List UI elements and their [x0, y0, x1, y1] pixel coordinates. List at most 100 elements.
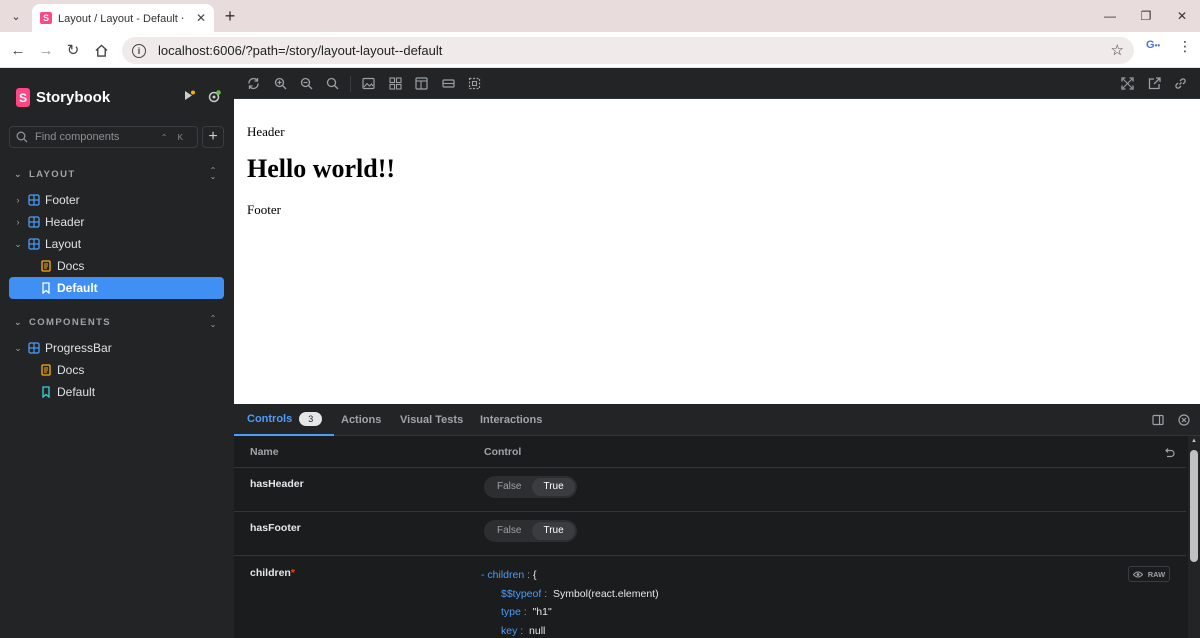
document-icon: [41, 364, 51, 376]
tree-item-label: Default: [57, 385, 96, 399]
add-component-button[interactable]: +: [202, 126, 224, 148]
tree-item-layout-docs[interactable]: Docs: [9, 255, 224, 277]
reset-controls-icon[interactable]: [1163, 447, 1175, 459]
rendered-heading: Hello world!!: [247, 154, 396, 183]
document-icon: [41, 260, 51, 272]
toggle-false-option[interactable]: False: [486, 478, 532, 496]
viewport-icon[interactable]: [415, 77, 428, 90]
hasheader-toggle[interactable]: False True: [484, 476, 577, 498]
tab-actions[interactable]: Actions: [341, 404, 381, 436]
close-window-icon[interactable]: ✕: [1170, 6, 1194, 26]
rendered-header: Header: [247, 124, 285, 139]
zoom-out-icon[interactable]: [300, 77, 313, 90]
tree-item-progressbar[interactable]: ⌄ ProgressBar: [9, 337, 224, 359]
url-text: localhost:6006/?path=/story/layout-layou…: [158, 43, 443, 58]
panel-scrollbar[interactable]: ▲: [1188, 436, 1200, 638]
browser-menu-icon[interactable]: ⋮: [1178, 38, 1192, 58]
control-row-children: children* - children : { $$typeof : Symb…: [234, 556, 1186, 638]
section-header-layout[interactable]: ⌄ LAYOUT: [14, 167, 76, 181]
addons-panel: Controls 3 Actions Visual Tests Interact…: [234, 404, 1200, 638]
tree-item-label: Default: [57, 281, 98, 295]
raw-toggle-button[interactable]: RAW: [1128, 566, 1170, 582]
tree-item-label: Layout: [45, 237, 82, 251]
object-entry: key : null: [501, 624, 546, 637]
tree-item-label: Docs: [57, 363, 85, 377]
close-tab-icon[interactable]: ✕: [194, 11, 208, 25]
onboarding-flag-icon[interactable]: [183, 90, 195, 102]
search-placeholder: Find components: [35, 131, 120, 143]
search-icon: [16, 131, 28, 143]
browser-tab[interactable]: S Layout / Layout - Default ⋅ Storybook …: [32, 4, 214, 32]
copy-link-icon[interactable]: [1174, 77, 1187, 90]
tab-interactions[interactable]: Interactions: [480, 404, 542, 436]
object-root-key: children: [487, 569, 525, 581]
forward-icon[interactable]: →: [34, 38, 58, 62]
browser-tabstrip: ⌄ S Layout / Layout - Default ⋅ Storyboo…: [0, 0, 1200, 32]
search-input[interactable]: Find components ⌃ K: [9, 126, 198, 148]
control-name: hasFooter: [250, 522, 301, 534]
control-name: hasHeader: [250, 478, 304, 490]
bookmark-star-icon[interactable]: ☆: [1111, 41, 1124, 59]
toggle-true-option[interactable]: True: [532, 478, 575, 496]
minimize-window-icon[interactable]: —: [1098, 6, 1122, 26]
restore-window-icon[interactable]: ❐: [1134, 6, 1158, 26]
chevron-right-icon: ›: [16, 195, 20, 205]
tab-controls[interactable]: Controls 3: [234, 404, 335, 436]
story-bookmark-icon: [42, 386, 50, 398]
control-row-hasheader: hasHeader False True: [234, 468, 1186, 512]
expand-collapse-icon[interactable]: ⌃ ⌄: [207, 315, 219, 330]
background-image-icon[interactable]: [362, 77, 375, 90]
chevron-down-icon: ⌄: [14, 168, 23, 179]
chevron-right-icon: ›: [16, 217, 20, 227]
remount-icon[interactable]: [247, 77, 260, 90]
open-new-tab-icon[interactable]: [1148, 77, 1161, 90]
tab-search-chevron-icon[interactable]: ⌄: [6, 6, 26, 26]
preview-toolbar: [234, 68, 1200, 99]
fullscreen-icon[interactable]: [1121, 77, 1134, 90]
back-icon[interactable]: ←: [6, 38, 30, 62]
tree-item-label: Footer: [45, 193, 80, 207]
tree-item-layout[interactable]: ⌄ Layout: [9, 233, 224, 255]
browser-navbar: ← → ↻ i localhost:6006/?path=/story/layo…: [0, 32, 1200, 68]
outline-icon[interactable]: [468, 77, 481, 90]
toggle-false-option[interactable]: False: [486, 522, 532, 540]
tree-item-label: Header: [45, 215, 85, 229]
site-info-icon[interactable]: i: [132, 43, 146, 58]
storybook-sidebar: S Storybook Find components ⌃ K + ⌄ LAYO…: [0, 68, 234, 638]
settings-gear-icon[interactable]: [207, 90, 221, 104]
storybook-logo[interactable]: S Storybook: [16, 88, 110, 107]
zoom-in-icon[interactable]: [274, 77, 287, 90]
toolbar-divider: [350, 76, 351, 92]
brand-name: Storybook: [36, 89, 111, 106]
tree-item-progressbar-docs[interactable]: Docs: [9, 359, 224, 381]
collapse-toggle[interactable]: -: [481, 569, 485, 581]
address-bar[interactable]: i localhost:6006/?path=/story/layout-lay…: [122, 37, 1134, 64]
section-header-components[interactable]: ⌄ COMPONENTS: [14, 315, 111, 329]
tree-item-layout-default[interactable]: Default: [9, 277, 224, 299]
chevron-down-icon: ⌄: [14, 342, 22, 353]
scroll-thumb[interactable]: [1190, 450, 1198, 562]
extension-icon[interactable]: G••: [1146, 39, 1164, 57]
children-object-editor[interactable]: - children : { $$typeof : Symbol(react.e…: [481, 566, 659, 638]
expand-collapse-icon[interactable]: ⌃ ⌄: [207, 167, 219, 182]
control-name: children*: [250, 567, 295, 579]
panel-orientation-icon[interactable]: [1152, 414, 1164, 426]
tree-item-footer[interactable]: › Footer: [9, 189, 224, 211]
new-tab-icon[interactable]: +: [220, 6, 240, 26]
hasfooter-toggle[interactable]: False True: [484, 520, 577, 542]
toggle-true-option[interactable]: True: [532, 522, 575, 540]
tree-item-progressbar-default[interactable]: Default: [9, 381, 224, 403]
close-panel-icon[interactable]: [1178, 414, 1190, 426]
grid-icon[interactable]: [389, 77, 402, 90]
tab-visual-tests[interactable]: Visual Tests: [400, 404, 463, 436]
column-name: Name: [250, 446, 279, 458]
tab-title: Layout / Layout - Default ⋅ Storybook: [58, 12, 188, 25]
tree-item-label: ProgressBar: [45, 341, 112, 355]
zoom-reset-icon[interactable]: [326, 77, 339, 90]
scroll-up-icon[interactable]: ▲: [1188, 438, 1200, 444]
addons-tabbar: Controls 3 Actions Visual Tests Interact…: [234, 404, 1200, 436]
home-icon[interactable]: [89, 38, 113, 62]
measure-icon[interactable]: [442, 77, 455, 90]
tree-item-header[interactable]: › Header: [9, 211, 224, 233]
reload-icon[interactable]: ↻: [61, 38, 85, 62]
